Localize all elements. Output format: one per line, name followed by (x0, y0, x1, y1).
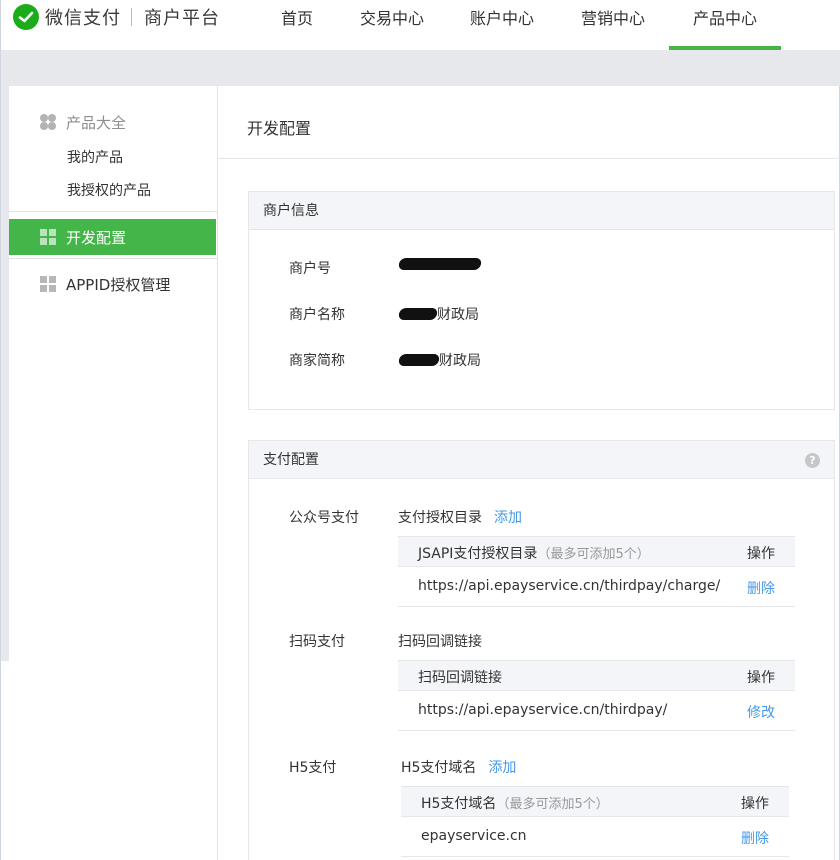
merchant-info-panel: 商户信息 商户号 商户名称 财政局 商家简称 财政局 (248, 191, 835, 410)
redacted-mark (397, 308, 439, 320)
panel-header: 商户信息 (249, 192, 834, 230)
brand-separator (131, 8, 132, 26)
native-callback-title: 扫码回调链接 (398, 634, 482, 650)
h5-domain-title: H5支付域名 添加 (401, 760, 517, 776)
redacted-mark (397, 258, 483, 270)
merchant-name-value: 财政局 (397, 304, 479, 324)
brand-name: 微信支付 (45, 8, 121, 29)
table-header: H5支付域名（最多可添加5个） 操作 (401, 786, 789, 817)
sidebar-group-products: 产品大全 (9, 108, 217, 136)
sidebar: 产品大全 我的产品 我授权的产品 开发配置 APPID授权管理 (9, 86, 218, 860)
table-header: JSAPI支付授权目录（最多可添加5个） 操作 (398, 536, 795, 567)
jsapi-dir-title: 支付授权目录 添加 (398, 510, 522, 526)
table-row: https://api.epayservice.cn/thirdpay/ 修改 (398, 691, 795, 731)
native-callback-table: 扫码回调链接 操作 https://api.epayservice.cn/thi… (398, 660, 795, 731)
sidebar-item-dev-config[interactable]: 开发配置 (9, 219, 216, 255)
delete-link[interactable]: 删除 (747, 578, 775, 598)
nav-products[interactable]: 产品中心 (669, 0, 781, 50)
nav-account[interactable]: 账户中心 (447, 0, 557, 50)
delete-link[interactable]: 删除 (741, 828, 769, 848)
sidebar-divider (9, 258, 217, 259)
main-nav: 首页 交易中心 账户中心 营销中心 产品中心 (257, 0, 781, 50)
redacted-mark (397, 354, 441, 366)
nav-transactions[interactable]: 交易中心 (337, 0, 447, 50)
table-row: epayservice.cn 删除 (401, 817, 789, 857)
grid-icon (40, 229, 56, 245)
wechat-pay-check-icon (13, 4, 39, 30)
nav-home[interactable]: 首页 (257, 0, 337, 50)
merchant-short-label: 商家简称 (289, 353, 345, 369)
merchant-short-value: 财政局 (397, 350, 481, 370)
add-jsapi-dir-link[interactable]: 添加 (494, 510, 522, 526)
grid-icon (40, 276, 56, 292)
nav-marketing[interactable]: 营销中心 (557, 0, 669, 50)
sidebar-item-appid-auth[interactable]: APPID授权管理 (9, 266, 216, 302)
sidebar-divider (9, 211, 217, 212)
jsapi-dir-url: https://api.epayservice.cn/thirdpay/char… (418, 578, 721, 594)
jsapi-pay-label: 公众号支付 (289, 510, 359, 526)
merchant-name-label: 商户名称 (289, 307, 345, 323)
page-title: 开发配置 (247, 119, 312, 138)
table-header: 扫码回调链接 操作 (398, 660, 795, 691)
title-divider (218, 158, 840, 159)
table-row: https://api.epayservice.cn/thirdpay/char… (398, 567, 795, 607)
sidebar-item-authorized-products[interactable]: 我授权的产品 (67, 180, 151, 200)
sidebar-item-label: 开发配置 (66, 228, 127, 247)
merchant-id-value (397, 258, 483, 270)
sidebar-item-label: APPID授权管理 (66, 275, 171, 294)
h5-pay-label: H5支付 (289, 760, 337, 776)
help-icon[interactable]: ? (805, 453, 820, 468)
header-band (1, 50, 840, 86)
brand-subtitle: 商户平台 (144, 8, 220, 29)
h5-domain-value: epayservice.cn (421, 828, 527, 844)
sidebar-group-title: 产品大全 (66, 113, 127, 132)
native-pay-label: 扫码支付 (289, 634, 345, 650)
jsapi-dir-table: JSAPI支付授权目录（最多可添加5个） 操作 https://api.epay… (398, 536, 795, 607)
pay-config-panel: 支付配置 ? 公众号支付 支付授权目录 添加 JSAPI支付授权目录（最多可添加5… (248, 440, 835, 860)
panel-header: 支付配置 ? (249, 441, 834, 479)
wechat-pay-logo[interactable]: 微信支付 商户平台 (13, 4, 220, 30)
add-h5-domain-link[interactable]: 添加 (488, 760, 516, 776)
clover-icon (40, 114, 56, 130)
merchant-id-label: 商户号 (289, 261, 331, 277)
sidebar-gutter (1, 86, 9, 661)
h5-domain-table: H5支付域名（最多可添加5个） 操作 epayservice.cn 删除 (401, 786, 789, 857)
top-bar: 微信支付 商户平台 首页 交易中心 账户中心 营销中心 产品中心 (1, 0, 840, 50)
sidebar-item-my-products[interactable]: 我的产品 (67, 147, 123, 167)
edit-link[interactable]: 修改 (747, 702, 775, 722)
native-callback-url: https://api.epayservice.cn/thirdpay/ (418, 702, 668, 718)
